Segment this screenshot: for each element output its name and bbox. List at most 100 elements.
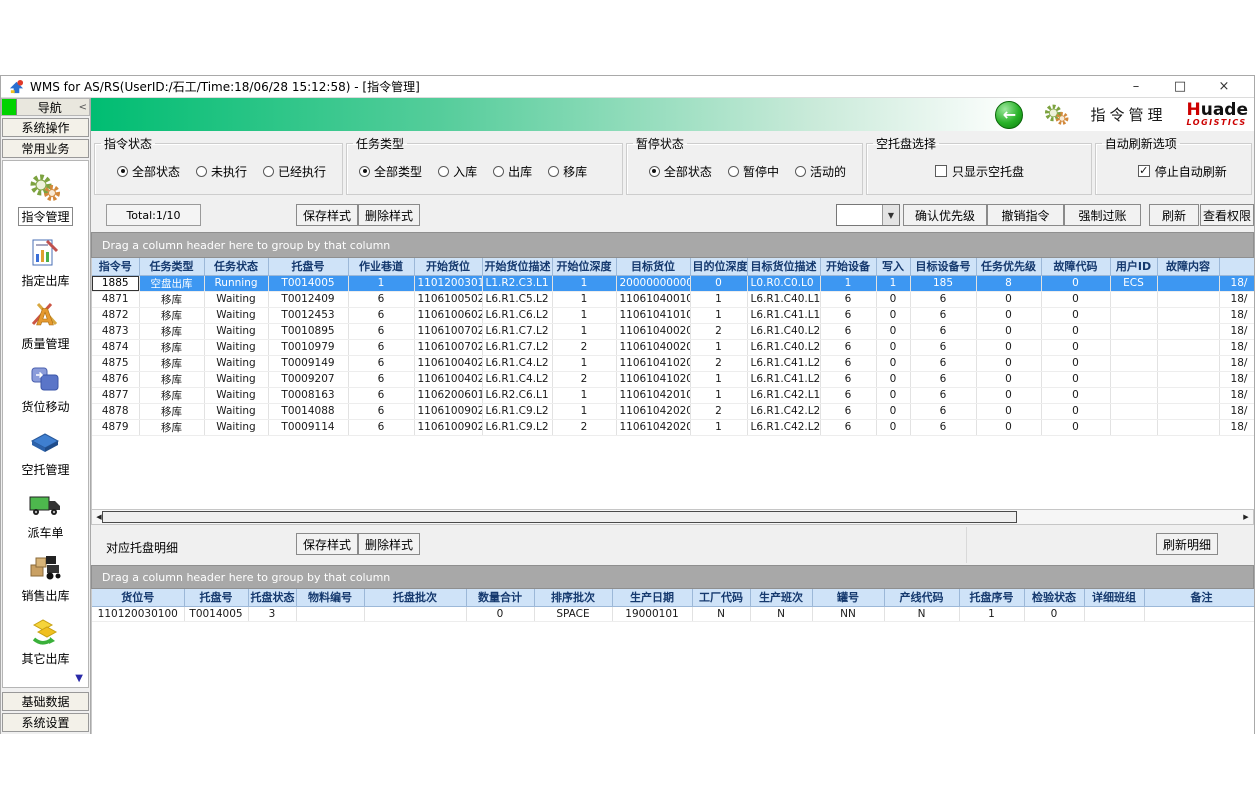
column-header[interactable]: 详细班组 xyxy=(1084,589,1144,606)
cell[interactable]: L6.R1.C40.L2 xyxy=(747,323,820,339)
scrollbar-thumb[interactable] xyxy=(102,511,1017,523)
cell[interactable]: 6 xyxy=(348,307,414,323)
table-row[interactable]: 4877移库WaitingT00081636110620060100L6.R2.… xyxy=(92,387,1254,403)
cell[interactable]: NN xyxy=(812,606,884,621)
cell[interactable]: 6 xyxy=(820,371,876,387)
column-header[interactable]: 货位号 xyxy=(92,589,184,606)
cell[interactable]: 110610410100 xyxy=(616,307,690,323)
cell[interactable]: 6 xyxy=(348,371,414,387)
column-header[interactable]: 目标货位描述 xyxy=(747,258,820,275)
cell[interactable]: 0 xyxy=(876,291,910,307)
column-header[interactable]: 指令号 xyxy=(92,258,139,275)
table-row[interactable]: 4875移库WaitingT00091496110610040200L6.R1.… xyxy=(92,355,1254,371)
sidebar-item-command-mgmt[interactable]: 指令管理 xyxy=(18,171,72,226)
cell[interactable]: 110620060100 xyxy=(414,387,482,403)
cell[interactable]: 移库 xyxy=(139,403,204,419)
column-header[interactable]: 工厂代码 xyxy=(692,589,750,606)
radio-option[interactable]: 移库 xyxy=(548,163,587,180)
cell[interactable]: T0014005 xyxy=(268,275,348,291)
sidebar-item-assigned-outbound[interactable]: 指定出库 xyxy=(21,236,69,289)
cell[interactable] xyxy=(1157,323,1219,339)
cell[interactable] xyxy=(296,606,364,621)
cell[interactable] xyxy=(1110,323,1157,339)
cell[interactable] xyxy=(1110,419,1157,435)
cell[interactable]: 6 xyxy=(820,355,876,371)
column-header[interactable]: 托盘序号 xyxy=(959,589,1024,606)
cell[interactable]: Waiting xyxy=(204,419,268,435)
cell[interactable]: 6 xyxy=(910,403,976,419)
cell[interactable]: 移库 xyxy=(139,291,204,307)
cell[interactable]: L6.R1.C40.L2 xyxy=(747,339,820,355)
cell[interactable] xyxy=(1110,291,1157,307)
cell[interactable]: 6 xyxy=(820,291,876,307)
refresh-button[interactable]: 刷新 xyxy=(1149,204,1199,226)
sidebar-item-sales-outbound[interactable]: 销售出库 xyxy=(21,551,69,604)
cell[interactable]: 110610060200 xyxy=(414,307,482,323)
cell[interactable]: T0009114 xyxy=(268,419,348,435)
cell[interactable]: 1 xyxy=(690,291,747,307)
sidebar-more-arrow-icon[interactable]: ▼ xyxy=(75,673,83,684)
cell[interactable]: SPACE xyxy=(534,606,612,621)
cell[interactable]: 18/ xyxy=(1219,275,1254,291)
group-by-band[interactable]: Drag a column header here to group by th… xyxy=(91,565,1254,589)
cell[interactable]: T0009149 xyxy=(268,355,348,371)
priority-select[interactable]: ▼ xyxy=(836,204,900,226)
cell[interactable]: 0 xyxy=(876,419,910,435)
column-header[interactable]: 托盘号 xyxy=(268,258,348,275)
cell[interactable]: 6 xyxy=(910,291,976,307)
cell[interactable]: 8 xyxy=(976,275,1041,291)
cell[interactable]: L6.R1.C4.L2 xyxy=(482,355,552,371)
cell[interactable]: 0 xyxy=(976,307,1041,323)
cell[interactable]: 110610420200 xyxy=(616,403,690,419)
radio-option[interactable]: 出库 xyxy=(493,163,532,180)
cell[interactable]: 0 xyxy=(1024,606,1084,621)
cell[interactable] xyxy=(1110,307,1157,323)
cell[interactable]: L6.R1.C42.L2 xyxy=(747,419,820,435)
column-header[interactable]: 托盘批次 xyxy=(364,589,466,606)
cell[interactable] xyxy=(1157,371,1219,387)
cell[interactable] xyxy=(1110,387,1157,403)
cell[interactable]: L6.R1.C41.L1 xyxy=(747,307,820,323)
cell[interactable]: ECS xyxy=(1110,275,1157,291)
cell[interactable]: Waiting xyxy=(204,291,268,307)
table-row[interactable]: 4874移库WaitingT00109796110610070200L6.R1.… xyxy=(92,339,1254,355)
cell[interactable]: 18/ xyxy=(1219,387,1254,403)
cell[interactable]: 110610410200 xyxy=(616,371,690,387)
cell[interactable]: L6.R1.C5.L2 xyxy=(482,291,552,307)
cell[interactable]: 0 xyxy=(976,355,1041,371)
cell[interactable]: L6.R1.C9.L2 xyxy=(482,419,552,435)
column-header[interactable]: 开始设备 xyxy=(820,258,876,275)
horizontal-scrollbar[interactable]: ◀ ▶ xyxy=(91,509,1254,525)
cell[interactable] xyxy=(1157,339,1219,355)
cell[interactable]: T0010895 xyxy=(268,323,348,339)
cell[interactable]: 6 xyxy=(348,419,414,435)
cell[interactable]: 6 xyxy=(820,339,876,355)
cell[interactable]: L6.R2.C6.L1 xyxy=(482,387,552,403)
cell[interactable]: 18/ xyxy=(1219,355,1254,371)
cell[interactable]: 0 xyxy=(1041,275,1110,291)
cell[interactable]: 110610040200 xyxy=(414,355,482,371)
cell[interactable]: 0 xyxy=(1041,371,1110,387)
cell[interactable]: 6 xyxy=(910,419,976,435)
cell[interactable] xyxy=(1157,275,1219,291)
cell[interactable]: L0.R0.C0.L0 xyxy=(747,275,820,291)
cell[interactable]: 0 xyxy=(876,371,910,387)
cell[interactable]: 移库 xyxy=(139,323,204,339)
cell[interactable]: 6 xyxy=(820,403,876,419)
column-header[interactable]: 开始货位描述 xyxy=(482,258,552,275)
cell[interactable]: 1 xyxy=(690,387,747,403)
sidebar-item-dispatch-note[interactable]: 派车单 xyxy=(27,488,63,541)
checkbox-option[interactable]: ✓停止自动刷新 xyxy=(1138,163,1227,180)
cell[interactable]: 0 xyxy=(1041,323,1110,339)
cell[interactable]: 0 xyxy=(876,307,910,323)
column-header[interactable]: 目的位深度 xyxy=(690,258,747,275)
cell[interactable]: 6 xyxy=(910,387,976,403)
column-header[interactable]: 物料编号 xyxy=(296,589,364,606)
cell[interactable]: 1 xyxy=(552,387,616,403)
cell[interactable]: 4873 xyxy=(92,323,139,339)
cell[interactable]: L6.R1.C42.L2 xyxy=(747,403,820,419)
cell[interactable]: 18/ xyxy=(1219,323,1254,339)
cell[interactable]: 1 xyxy=(959,606,1024,621)
cell[interactable]: 110610400200 xyxy=(616,323,690,339)
cell[interactable]: 110610420100 xyxy=(616,387,690,403)
